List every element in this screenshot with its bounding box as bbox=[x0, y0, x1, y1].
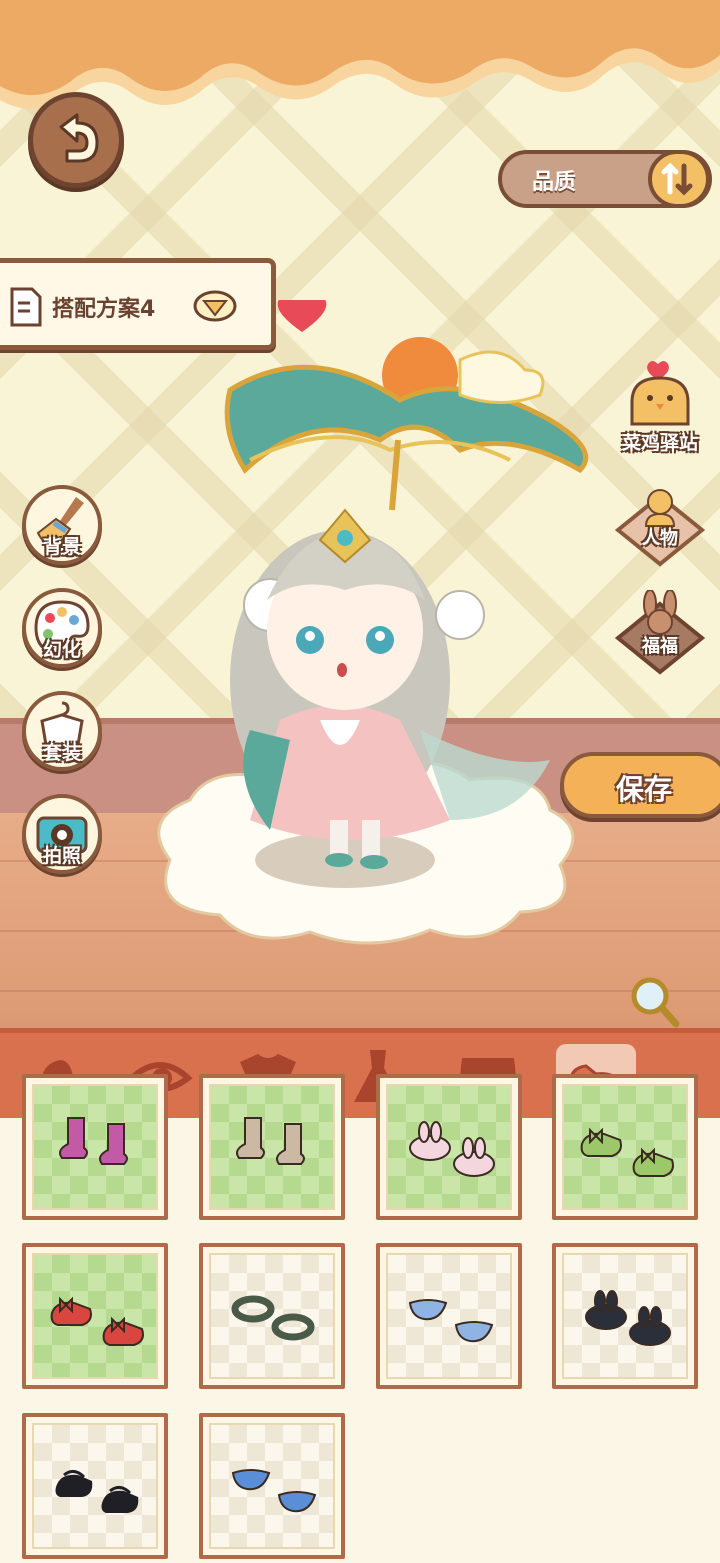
magnifier-icon[interactable] bbox=[628, 974, 682, 1030]
shoe-item-slot[interactable] bbox=[376, 1074, 522, 1220]
shoe-item-slot[interactable] bbox=[199, 1243, 345, 1389]
shoe-item-slot[interactable] bbox=[22, 1074, 168, 1220]
shoe-item-slot[interactable] bbox=[22, 1413, 168, 1559]
document-icon bbox=[10, 287, 42, 327]
fufu-button[interactable]: 福福 bbox=[612, 590, 708, 680]
shoe-bow-icon bbox=[50, 1296, 144, 1346]
shoe-boots-icon bbox=[236, 1117, 305, 1165]
photo-button[interactable]: 拍照 bbox=[22, 794, 102, 874]
chick-station-label: 菜鸡驿站 bbox=[621, 432, 698, 454]
shoe-bunny-icon bbox=[585, 1290, 671, 1346]
heart-icon bbox=[277, 300, 327, 332]
shoe-item-slot[interactable] bbox=[199, 1074, 345, 1220]
fufu-label: 福福 bbox=[642, 636, 678, 657]
character-tab-label: 人物 bbox=[642, 528, 678, 549]
shoe-ring-icon bbox=[231, 1295, 315, 1341]
shoe-boots-icon bbox=[59, 1117, 128, 1165]
shoe-item-slot[interactable] bbox=[552, 1074, 698, 1220]
suit-label: 套装 bbox=[42, 742, 81, 764]
shoe-item-slot[interactable] bbox=[22, 1243, 168, 1389]
shoe-bow-icon bbox=[580, 1127, 674, 1177]
shoe-flat-icon bbox=[231, 1469, 317, 1513]
transform-button[interactable]: 幻化 bbox=[22, 588, 102, 668]
outfit-plan-label: 搭配方案4 bbox=[52, 297, 156, 322]
sort-icon bbox=[648, 150, 710, 208]
shoe-item-slot[interactable] bbox=[552, 1243, 698, 1389]
floor-plank-line bbox=[0, 990, 720, 992]
shoe-mary-icon bbox=[55, 1470, 139, 1513]
save-label: 保存 bbox=[616, 773, 673, 806]
shoe-item-slot[interactable] bbox=[376, 1243, 522, 1389]
outfit-plan-selector[interactable]: 搭配方案4 bbox=[0, 258, 276, 350]
chick-station-button[interactable]: 菜鸡驿站 bbox=[612, 360, 708, 454]
background-button[interactable]: 背景 bbox=[22, 485, 102, 565]
suit-button[interactable]: 套装 bbox=[22, 691, 102, 771]
character-display[interactable] bbox=[130, 300, 600, 960]
transform-label: 幻化 bbox=[42, 639, 81, 661]
shoe-flat-icon bbox=[408, 1299, 494, 1343]
back-arrow-icon bbox=[59, 113, 99, 163]
leaf-umbrella bbox=[224, 337, 589, 511]
quality-label: 品质 bbox=[532, 170, 577, 195]
back-button[interactable] bbox=[28, 92, 124, 188]
shoe-item-slot[interactable] bbox=[199, 1413, 345, 1559]
dropdown-icon bbox=[193, 290, 237, 322]
save-button[interactable]: 保存 bbox=[560, 752, 720, 818]
photo-label: 拍照 bbox=[42, 845, 81, 867]
character-tab-button[interactable]: 人物 bbox=[612, 482, 708, 572]
quality-sort-button[interactable]: 品质 bbox=[498, 150, 712, 208]
background-label: 背景 bbox=[42, 536, 81, 558]
chick-station-icon bbox=[630, 361, 690, 426]
shoe-bunny-icon bbox=[409, 1121, 495, 1177]
